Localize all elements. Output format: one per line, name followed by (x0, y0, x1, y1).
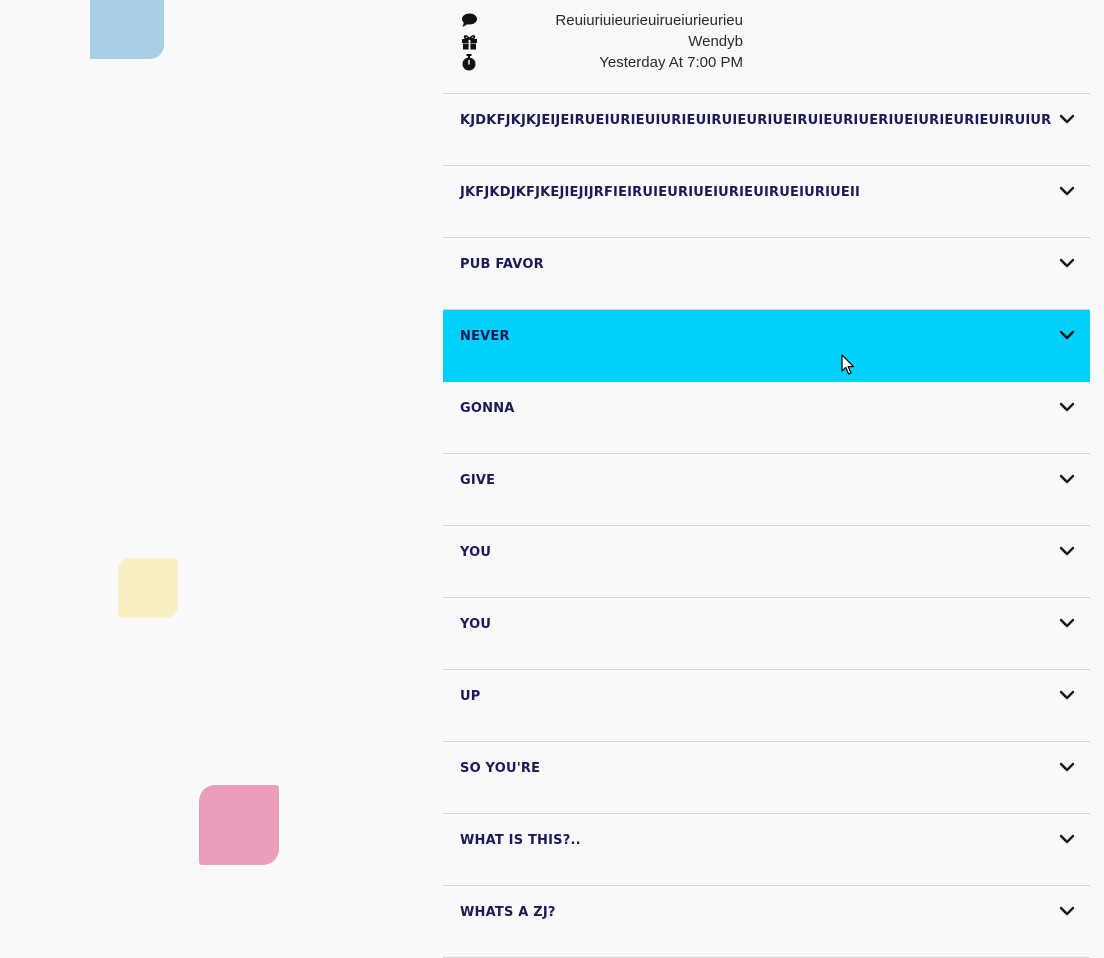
accordion-item[interactable]: UP (443, 670, 1090, 742)
chevron-down-icon[interactable] (1059, 688, 1075, 702)
accordion-item[interactable]: JKFJKDJKFJKEJIEJIJRFIEIRUIEURIUEIURIEUIR… (443, 166, 1090, 238)
accordion-item[interactable]: NEVER (443, 310, 1090, 382)
author-row: Wendyb (461, 31, 743, 52)
accordion-item-label: YOU (460, 617, 492, 632)
accordion-item[interactable]: SO YOU'RE (443, 742, 1090, 814)
accordion-item-label: WHAT IS THIS?.. (460, 833, 581, 848)
accordion-item[interactable]: WHATS A ZJ? (443, 886, 1090, 958)
post-time: Yesterday At 7:00 PM (599, 54, 743, 71)
decorative-pink-shape (199, 785, 279, 865)
chevron-down-icon[interactable] (1059, 112, 1075, 126)
accordion-item[interactable]: GONNA (443, 382, 1090, 454)
accordion-item[interactable]: WHAT IS THIS?.. (443, 814, 1090, 886)
chevron-down-icon[interactable] (1059, 760, 1075, 774)
post-meta: Reuiuriuieurieuirueiurieurieu Wendyb Yes… (461, 10, 743, 73)
chevron-down-icon[interactable] (1059, 904, 1075, 918)
chevron-down-icon[interactable] (1059, 400, 1075, 414)
accordion-item-label: KJDKFJKJKJEIJEIRUEIURIEUIURIEUIRUIEURIUE… (460, 113, 1052, 128)
decorative-yellow-shape (118, 558, 178, 618)
stopwatch-icon (461, 54, 479, 72)
accordion-item[interactable]: YOU (443, 526, 1090, 598)
accordion-item[interactable]: GIVE (443, 454, 1090, 526)
accordion-item-label: YOU (460, 545, 492, 560)
author-name: Wendyb (688, 33, 743, 50)
accordion-item[interactable]: KJDKFJKJKJEIJEIRUEIURIEUIURIEUIRUIEURIUE… (443, 94, 1090, 166)
decorative-blue-shape (90, 0, 164, 59)
chevron-down-icon[interactable] (1059, 184, 1075, 198)
chevron-down-icon[interactable] (1059, 544, 1075, 558)
chevron-down-icon[interactable] (1059, 616, 1075, 630)
chevron-down-icon[interactable] (1059, 472, 1075, 486)
accordion-item-label: SO YOU'RE (460, 761, 541, 776)
chevron-down-icon[interactable] (1059, 328, 1075, 342)
gift-icon (461, 33, 479, 51)
accordion-list: KJDKFJKJKJEIJEIRUEIURIEUIURIEUIRUIEURIUE… (443, 93, 1090, 958)
accordion-item-label: PUB FAVOR (460, 257, 544, 272)
accordion-item-label: UP (460, 689, 481, 704)
time-row: Yesterday At 7:00 PM (461, 52, 743, 73)
comment-text: Reuiuriuieurieuirueiurieurieu (555, 12, 743, 29)
accordion-item-label: JKFJKDJKFJKEJIEJIJRFIEIRUIEURIUEIURIEUIR… (460, 185, 861, 200)
accordion-item-label: NEVER (460, 329, 510, 344)
accordion-item-label: GONNA (460, 401, 515, 416)
chevron-down-icon[interactable] (1059, 832, 1075, 846)
accordion-item[interactable]: PUB FAVOR (443, 238, 1090, 310)
chevron-down-icon[interactable] (1059, 256, 1075, 270)
accordion-item-label: GIVE (460, 473, 496, 488)
comment-icon (461, 12, 479, 30)
comment-row: Reuiuriuieurieuirueiurieurieu (461, 10, 743, 31)
accordion-item[interactable]: YOU (443, 598, 1090, 670)
